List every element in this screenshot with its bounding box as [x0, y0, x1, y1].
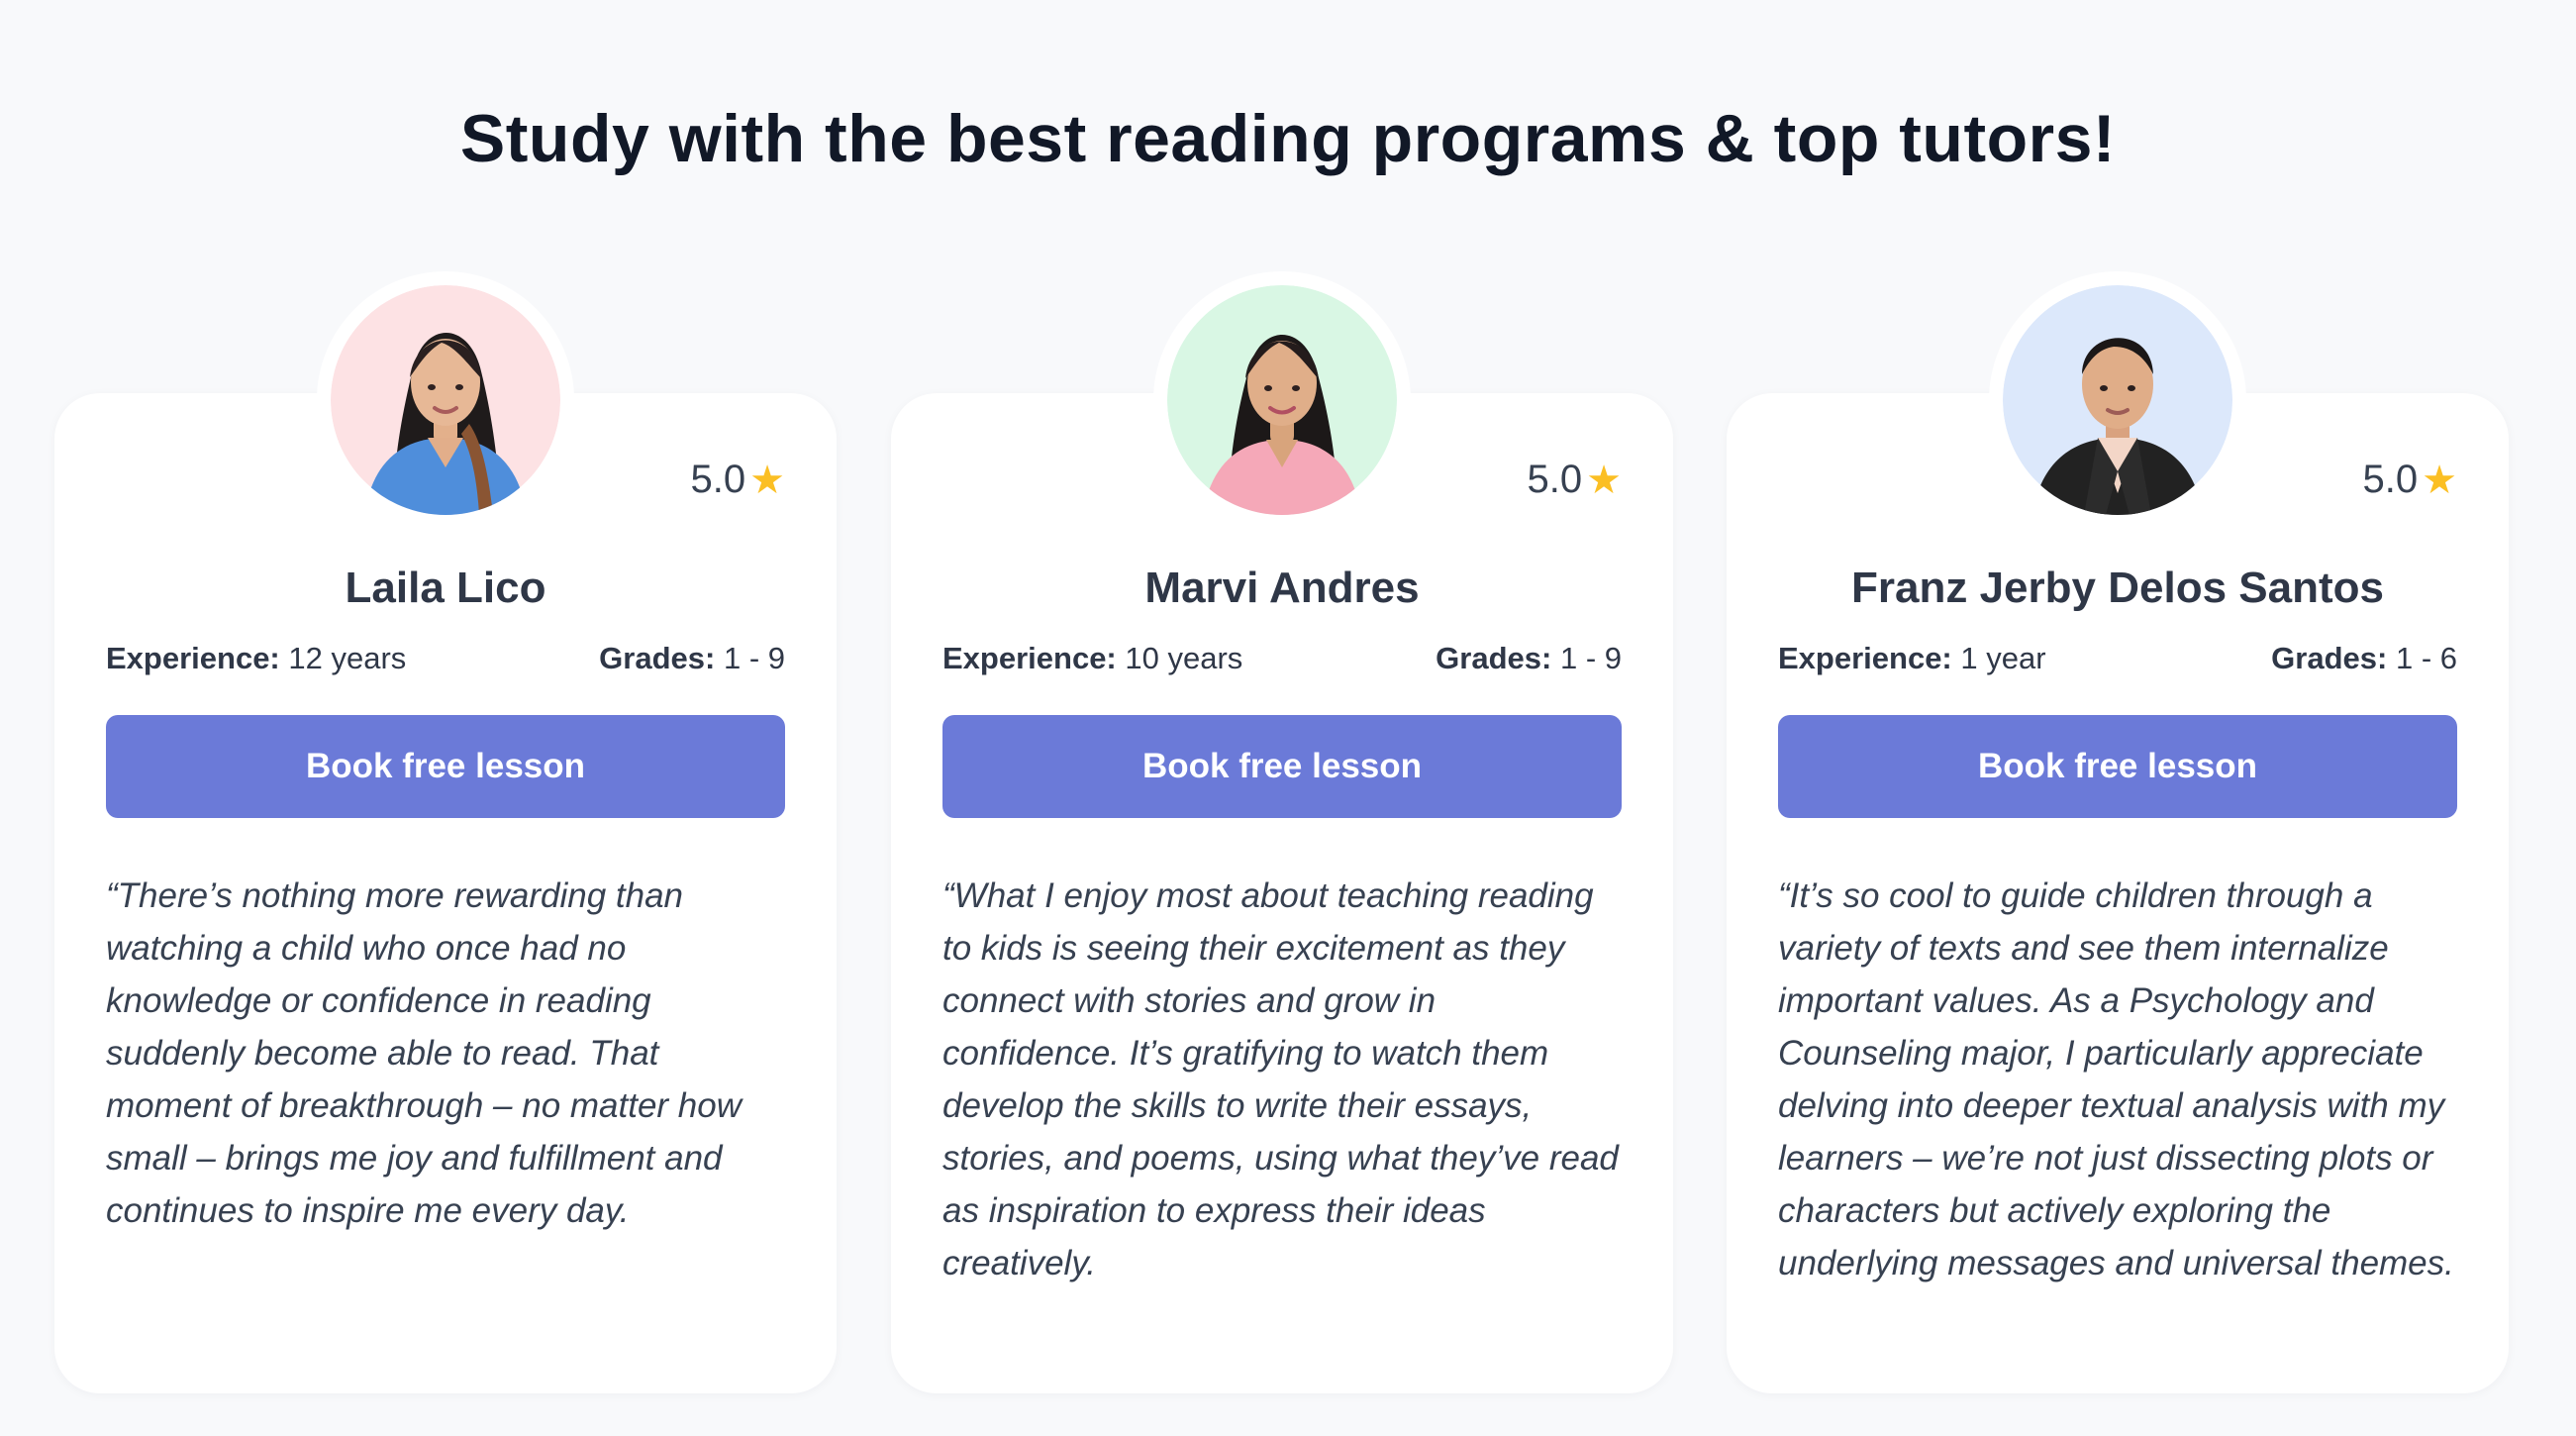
star-icon: ★ — [1586, 458, 1622, 502]
rating: 5.0 ★ — [691, 458, 785, 502]
grades-label: Grades: — [2271, 641, 2388, 675]
book-free-lesson-button[interactable]: Book free lesson — [106, 715, 785, 818]
avatar-marvi-andres — [1167, 285, 1397, 515]
tutor-card-laila-lico: 5.0 ★ Laila Lico Experience: 12 years Gr… — [54, 271, 837, 1393]
experience: Experience: 10 years — [942, 641, 1242, 676]
tutor-card-franz-jerby-delos-santos: 5.0 ★ Franz Jerby Delos Santos Experienc… — [1727, 271, 2509, 1393]
book-free-lesson-button[interactable]: Book free lesson — [942, 715, 1622, 818]
experience-label: Experience: — [1778, 641, 1952, 675]
tutor-name: Laila Lico — [345, 564, 546, 612]
rating: 5.0 ★ — [1528, 458, 1622, 502]
avatar-ring — [317, 271, 574, 529]
tutor-quote: “There’s nothing more rewarding than wat… — [106, 876, 743, 1230]
tutor-meta: Experience: 10 years Grades: 1 - 9 — [942, 641, 1622, 676]
experience-value: 10 years — [1125, 641, 1243, 675]
grades-value: 1 - 6 — [2395, 641, 2457, 675]
experience: Experience: 12 years — [106, 641, 406, 676]
avatar-laila-lico — [331, 285, 560, 515]
grades-label: Grades: — [599, 641, 716, 675]
avatar-ring — [1153, 271, 1411, 529]
experience-value: 1 year — [1960, 641, 2046, 675]
experience: Experience: 1 year — [1778, 641, 2046, 676]
grades-label: Grades: — [1436, 641, 1552, 675]
book-free-lesson-button[interactable]: Book free lesson — [1778, 715, 2457, 818]
rating-value: 5.0 — [2362, 458, 2419, 501]
star-icon: ★ — [749, 458, 785, 502]
tutor-quote: “What I enjoy most about teaching readin… — [942, 876, 1619, 1282]
tutor-name: Marvi Andres — [1144, 564, 1420, 612]
avatar-ring — [1989, 271, 2246, 529]
rating: 5.0 ★ — [2363, 458, 2457, 502]
rating-value: 5.0 — [690, 458, 746, 501]
rating-value: 5.0 — [1527, 458, 1583, 501]
experience-value: 12 years — [288, 641, 407, 675]
grades: Grades: 1 - 6 — [2271, 641, 2457, 676]
tutor-meta: Experience: 12 years Grades: 1 - 9 — [106, 641, 785, 676]
experience-label: Experience: — [106, 641, 280, 675]
grades-value: 1 - 9 — [1559, 641, 1622, 675]
grades-value: 1 - 9 — [723, 641, 785, 675]
tutor-meta: Experience: 1 year Grades: 1 - 6 — [1778, 641, 2457, 676]
star-icon: ★ — [2422, 458, 2457, 502]
tutor-name: Franz Jerby Delos Santos — [1851, 564, 2384, 612]
tutor-card-marvi-andres: 5.0 ★ Marvi Andres Experience: 10 years … — [891, 271, 1673, 1393]
grades: Grades: 1 - 9 — [1436, 641, 1622, 676]
tutor-quote: “It’s so cool to guide children through … — [1778, 876, 2454, 1282]
experience-label: Experience: — [942, 641, 1117, 675]
page-title: Study with the best reading programs & t… — [459, 100, 2117, 176]
grades: Grades: 1 - 9 — [599, 641, 785, 676]
avatar-franz-jerby-delos-santos — [2003, 285, 2232, 515]
